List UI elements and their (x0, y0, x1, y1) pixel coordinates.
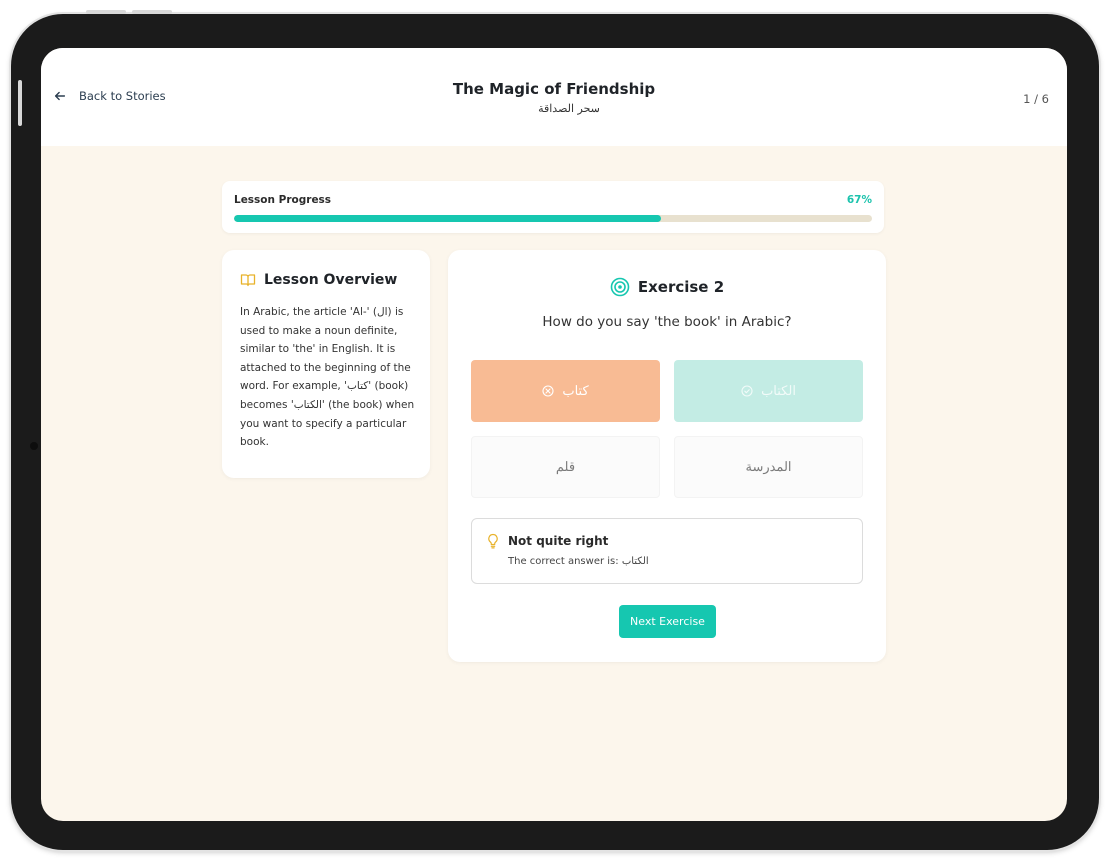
story-header: Back to Stories The Magic of Friendship … (41, 48, 1067, 146)
tablet-camera (30, 442, 38, 450)
answer-option-label: الكتاب (761, 383, 796, 399)
story-subtitle-arabic: سحر الصداقة (538, 102, 600, 115)
feedback-correct-answer: الكتاب (621, 556, 649, 567)
lesson-progress-card: Lesson Progress 67% (222, 181, 884, 233)
answer-option-label: كتاب (562, 383, 589, 399)
exercise-header: Exercise 2 (448, 277, 886, 297)
tablet-top-button (86, 10, 126, 14)
next-exercise-button[interactable]: Next Exercise (619, 605, 716, 638)
answer-option-wrong[interactable]: كتاب (471, 360, 660, 422)
lightbulb-icon (488, 533, 498, 549)
story-title: The Magic of Friendship (452, 80, 656, 98)
progress-percent: 67% (846, 194, 872, 206)
x-circle-icon (542, 385, 554, 397)
overview-header: Lesson Overview (240, 272, 397, 288)
answer-option-label: قلم (555, 459, 576, 475)
target-icon (610, 277, 630, 297)
answer-option-label: المدرسة (745, 459, 792, 475)
overview-text: In Arabic, the article 'Al-' (ال) is use… (240, 306, 415, 449)
progress-track (234, 215, 872, 222)
lesson-overview-card: Lesson Overview In Arabic, the article '… (222, 250, 430, 478)
tablet-top-button (132, 10, 172, 14)
story-title-block: The Magic of Friendship سحر الصداقة (41, 80, 1067, 115)
feedback-title: Not quite right (508, 534, 609, 548)
feedback-text-prefix: The correct answer is: (508, 556, 619, 567)
answer-option-correct[interactable]: الكتاب (674, 360, 863, 422)
progress-label: Lesson Progress (234, 194, 332, 206)
exercise-question: How do you say 'the book' in Arabic? (542, 314, 792, 330)
feedback-text: The correct answer is: الكتاب (508, 556, 649, 567)
check-circle-icon (741, 385, 753, 397)
app-screen: Back to Stories The Magic of Friendship … (41, 48, 1067, 821)
answer-option[interactable]: قلم (471, 436, 660, 498)
progress-fill (234, 215, 662, 222)
page-counter: 1 / 6 (1023, 92, 1049, 106)
exercise-title: Exercise 2 (637, 278, 725, 296)
exercise-card: Exercise 2 How do you say 'the book' in … (448, 250, 886, 662)
book-icon (240, 274, 256, 287)
feedback-box: Not quite right The correct answer is: ا… (471, 518, 863, 584)
overview-title: Lesson Overview (264, 272, 398, 288)
answer-option[interactable]: المدرسة (674, 436, 863, 498)
tablet-side-button (18, 80, 22, 126)
